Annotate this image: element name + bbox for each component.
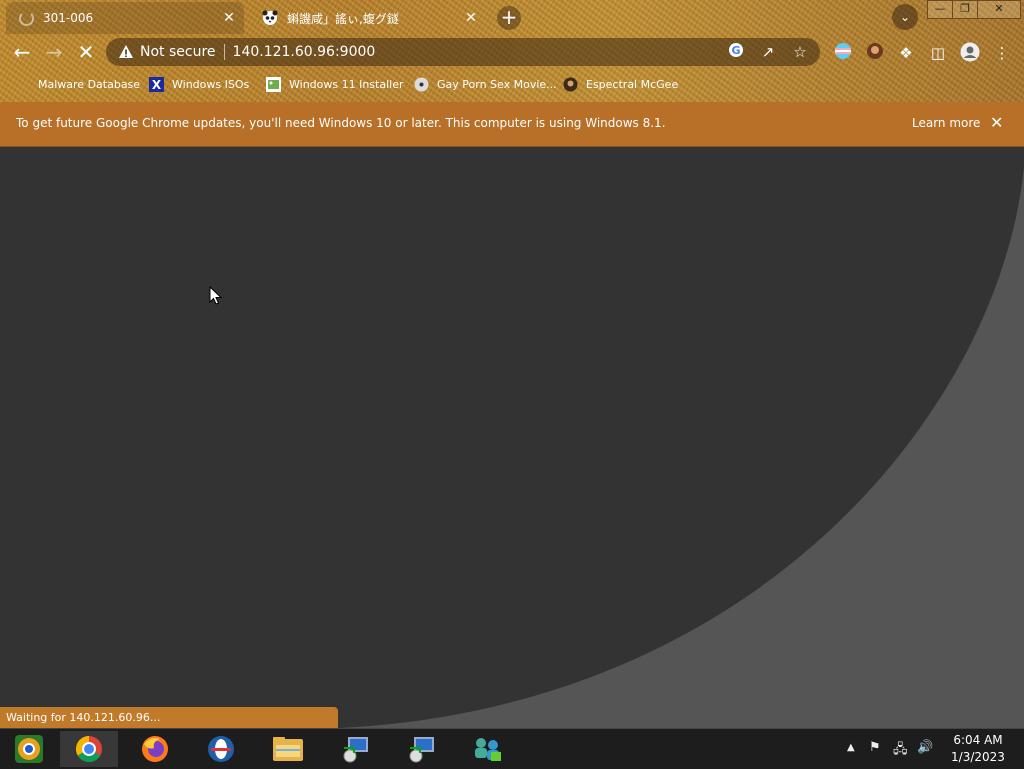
google-lens-icon[interactable]: G [724, 42, 748, 62]
account-avatar-icon[interactable] [959, 42, 981, 64]
disc-icon [414, 77, 429, 91]
bookmarks-bar: Malware Database X Windows ISOs Windows … [0, 72, 1024, 96]
page-content [0, 147, 1024, 728]
browser-frame: 301-006 ✕ 蝌譏咸」謠ぃ,蝮グ鐩 ✕ + ⌄ — ❐ ✕ ← → ✕ N… [0, 0, 1024, 102]
network-icon[interactable]: 🖧 [893, 740, 908, 762]
bookmark-espectral-mcgee[interactable]: Espectral McGee [563, 76, 678, 92]
background-curve [0, 147, 1024, 728]
avatar-icon [563, 77, 578, 91]
volume-icon[interactable]: 🔊 [917, 740, 933, 755]
flag-extension-icon[interactable] [832, 42, 854, 64]
remote-desktop-2-taskbar-icon[interactable] [392, 731, 450, 767]
file-explorer-taskbar-icon[interactable] [259, 731, 317, 767]
loading-spinner-icon [18, 10, 34, 26]
infobar-message: To get future Google Chrome updates, you… [16, 116, 666, 130]
svg-text:G: G [731, 44, 740, 57]
update-infobar: To get future Google Chrome updates, you… [0, 102, 1024, 147]
learn-more-link[interactable]: Learn more [912, 116, 980, 130]
image-icon [266, 76, 281, 92]
tab-second[interactable]: 蝌譏咸」謠ぃ,蝮グ鐩 ✕ [250, 2, 486, 34]
bookmark-label: Gay Porn Sex Movie... [437, 77, 557, 91]
window-close-button[interactable]: ✕ [977, 0, 1021, 19]
window-minimize-button[interactable]: — [927, 0, 953, 19]
profile-extension-icon[interactable] [864, 42, 886, 64]
firefox-taskbar-icon[interactable] [126, 731, 184, 767]
url-text[interactable]: 140.121.60.96:9000 [233, 44, 724, 60]
google-chrome-taskbar-icon[interactable] [60, 731, 118, 767]
extensions-puzzle-icon[interactable]: ❖ [895, 42, 917, 64]
bookmark-windows-11-installer[interactable]: Windows 11 Installer [266, 76, 404, 92]
taskbar: ▲ ⚑ 🖧 🔊 6:04 AM 1/3/2023 [0, 728, 1024, 769]
bookmark-gay-porn-sex-movie[interactable]: Gay Porn Sex Movie... [414, 76, 557, 92]
tab-search-chevron-icon[interactable]: ⌄ [892, 4, 918, 30]
bookmark-label: Windows 11 Installer [289, 77, 404, 91]
tab-301-006[interactable]: 301-006 ✕ [6, 2, 244, 34]
action-center-flag-icon[interactable]: ⚑ [869, 740, 881, 755]
bookmark-label: Espectral McGee [586, 77, 679, 91]
security-label[interactable]: Not secure [140, 44, 216, 60]
network-users-taskbar-icon[interactable] [458, 731, 516, 767]
tab-title: 301-006 [43, 11, 94, 25]
taskbar-clock[interactable]: 6:04 AM 1/3/2023 [945, 733, 1011, 764]
remote-desktop-taskbar-icon[interactable] [326, 731, 384, 767]
panda-favicon-icon [262, 10, 278, 26]
clock-time: 6:04 AM [953, 733, 1003, 747]
bookmark-star-icon[interactable]: ☆ [788, 43, 812, 61]
separator [223, 44, 225, 60]
address-bar[interactable]: Not secure 140.121.60.96:9000 G ↗ ☆ [106, 38, 820, 66]
menu-kebab-icon[interactable]: ⋮ [991, 42, 1013, 64]
infobar-close-icon[interactable]: ✕ [990, 113, 1003, 132]
bookmark-label: Windows ISOs [172, 77, 250, 91]
clock-date: 1/3/2023 [951, 750, 1005, 764]
window-restore-button[interactable]: ❐ [952, 0, 978, 19]
side-panel-icon[interactable]: ◫ [927, 42, 949, 64]
tab-close-icon[interactable]: ✕ [462, 10, 480, 26]
stop-loading-icon[interactable]: ✕ [74, 40, 98, 64]
bookmark-label: Malware Database [38, 77, 141, 91]
share-icon[interactable]: ↗ [756, 43, 780, 61]
svg-text:X: X [152, 78, 162, 92]
show-hidden-icons-chevron-icon[interactable]: ▲ [847, 742, 855, 753]
chrome-canary-taskbar-icon[interactable] [0, 731, 58, 767]
mouse-cursor-icon [209, 286, 223, 305]
forward-arrow-icon[interactable]: → [42, 40, 66, 64]
tab-close-icon[interactable]: ✕ [220, 10, 238, 26]
tab-title: 蝌譏咸」謠ぃ,蝮グ鐩 [287, 11, 399, 26]
status-bar: Waiting for 140.121.60.96... [0, 707, 338, 728]
bookmark-malware-database[interactable]: Malware Database [38, 76, 140, 92]
back-arrow-icon[interactable]: ← [10, 40, 34, 64]
opera-taskbar-icon[interactable] [192, 731, 250, 767]
warning-triangle-icon[interactable] [118, 44, 134, 60]
bookmark-windows-isos[interactable]: X Windows ISOs [149, 76, 249, 92]
new-tab-button[interactable]: + [497, 6, 521, 30]
x-logo-icon: X [149, 76, 164, 92]
